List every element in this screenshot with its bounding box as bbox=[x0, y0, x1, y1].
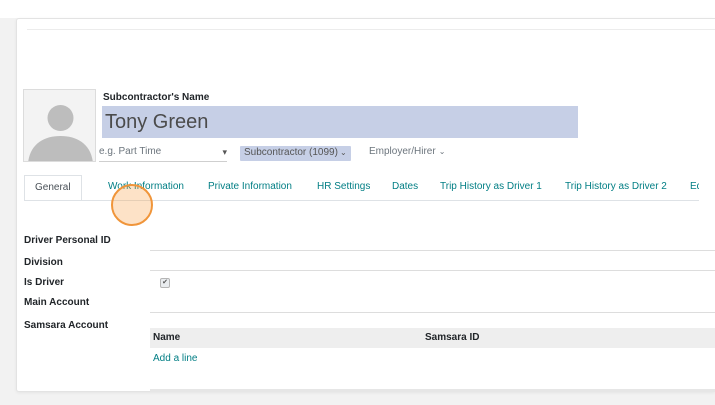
tab-work-information[interactable]: Work Information bbox=[108, 175, 184, 200]
subcontractor-name-input[interactable]: Tony Green bbox=[102, 106, 578, 138]
column-header-name[interactable]: Name bbox=[153, 332, 180, 343]
window-top-area bbox=[0, 0, 715, 18]
chevron-down-icon: ⌄ bbox=[339, 148, 347, 157]
main-account-label: Main Account bbox=[24, 297, 90, 308]
tab-trip-history-driver-2[interactable]: Trip History as Driver 2 bbox=[565, 175, 667, 200]
person-placeholder-icon bbox=[24, 90, 95, 161]
division-label: Division bbox=[24, 257, 63, 268]
dropdown-caret-icon: ▾ bbox=[222, 147, 227, 157]
samsara-table-header: Name Samsara ID bbox=[150, 328, 715, 348]
is-driver-checkbox[interactable]: ✔ bbox=[160, 278, 170, 288]
form-tabs: General Work Information Private Informa… bbox=[24, 175, 699, 201]
avatar[interactable] bbox=[23, 89, 96, 162]
job-position-placeholder: e.g. Part Time bbox=[99, 146, 162, 157]
employer-select[interactable]: Employer/Hirer ⌄ bbox=[369, 146, 445, 162]
tab-equipment[interactable]: Eq bbox=[690, 175, 699, 200]
contractor-type-value: Subcontractor (1099) bbox=[244, 147, 338, 158]
driver-personal-id-label: Driver Personal ID bbox=[24, 235, 111, 246]
samsara-table-footer bbox=[150, 389, 715, 392]
tab-general[interactable]: General bbox=[24, 175, 82, 200]
contractor-type-select[interactable]: Subcontractor (1099) ⌄ bbox=[240, 146, 351, 161]
check-icon: ✔ bbox=[162, 279, 168, 286]
tab-hr-settings[interactable]: HR Settings bbox=[317, 175, 370, 200]
sheet-divider bbox=[27, 29, 715, 30]
tab-private-information[interactable]: Private Information bbox=[208, 175, 292, 200]
job-position-input[interactable]: e.g. Part Time ▾ bbox=[99, 146, 227, 162]
samsara-account-label: Samsara Account bbox=[24, 320, 109, 331]
employer-value: Employer/Hirer bbox=[369, 146, 436, 157]
add-a-line-link[interactable]: Add a line bbox=[153, 353, 197, 364]
tab-dates[interactable]: Dates bbox=[392, 175, 418, 200]
is-driver-label: Is Driver bbox=[24, 277, 65, 288]
column-header-samsara-id[interactable]: Samsara ID bbox=[425, 332, 479, 343]
main-account-input[interactable] bbox=[150, 312, 715, 313]
chevron-down-icon: ⌄ bbox=[438, 147, 446, 156]
division-input[interactable] bbox=[150, 270, 715, 271]
tab-trip-history-driver-1[interactable]: Trip History as Driver 1 bbox=[440, 175, 542, 200]
subcontractor-name-label: Subcontractor's Name bbox=[103, 92, 210, 103]
driver-personal-id-input[interactable] bbox=[150, 250, 715, 251]
